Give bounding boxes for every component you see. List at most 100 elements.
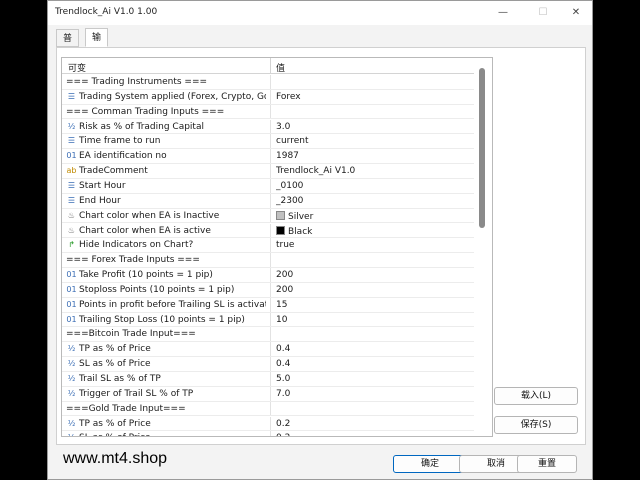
double-type-icon: ½ <box>67 121 76 131</box>
row-value-cell[interactable]: 1987 <box>276 151 466 161</box>
row-variable-label: Trail SL as % of TP <box>79 374 161 384</box>
row-value-cell[interactable]: 0.2 <box>276 433 466 436</box>
row-variable-cell: === Comman Trading Inputs === <box>66 107 266 117</box>
grid-row[interactable]: ☰ Time frame to run current <box>62 134 474 150</box>
row-value-cell[interactable]: 0.2 <box>276 419 466 429</box>
enum-type-icon: ☰ <box>67 91 76 101</box>
row-value-label: 0.4 <box>276 359 291 370</box>
grid-row[interactable]: 01 Points in profit before Trailing SL is… <box>62 297 474 313</box>
row-value-cell[interactable]: Black <box>276 225 466 237</box>
reset-button[interactable]: 重置 <box>517 455 577 473</box>
row-variable-label: Trailing Stop Loss (10 points = 1 pip) <box>79 314 245 325</box>
grid-header: 可变 值 <box>62 58 474 74</box>
grid-row[interactable]: 01 Stoploss Points (10 points = 1 pip) 200 <box>62 282 474 298</box>
row-variable-cell: ½ TP as % of Price <box>66 419 266 429</box>
double-type-icon: ½ <box>66 433 77 436</box>
tab-common[interactable]: 普通 <box>56 29 80 62</box>
grid-row[interactable]: ½ SL as % of Price 0.4 <box>62 357 474 372</box>
row-value-cell[interactable]: 0.4 <box>276 344 466 354</box>
grid-row[interactable]: ½SL as % of Price 0.2 <box>62 431 474 436</box>
close-button[interactable]: ✕ <box>562 4 590 22</box>
ok-button[interactable]: 确定 <box>393 455 467 473</box>
row-value-cell[interactable]: 0.4 <box>276 359 466 369</box>
tab-inputs[interactable]: 输入 <box>85 28 109 61</box>
grid-section-row[interactable]: === Forex Trade Inputs === <box>62 253 474 268</box>
row-variable-cell: ☰ Trading System applied (Forex, Crypto, … <box>66 92 266 102</box>
row-value-cell[interactable]: true <box>276 240 466 250</box>
double-type-icon: ½ <box>67 359 76 369</box>
grid-section-row[interactable]: === Comman Trading Inputs === <box>62 104 474 120</box>
double-type-icon: ½ <box>67 418 76 428</box>
row-value-label: 10 <box>276 314 288 325</box>
row-value-label: 200 <box>276 270 294 281</box>
grid-row[interactable]: ☰ Trading System applied (Forex, Crypto, … <box>62 89 474 105</box>
row-value-label: _2300 <box>276 195 304 206</box>
int-type-icon: 01 <box>66 270 77 280</box>
row-variable-cell: === Trading Instruments === <box>66 77 266 87</box>
row-value-cell[interactable]: 10 <box>276 315 466 325</box>
row-variable-cell: ☰ Time frame to run <box>66 136 266 146</box>
brand-watermark: www.mt4.shop <box>63 450 168 467</box>
column-header-variable[interactable]: 可变 <box>68 61 86 74</box>
row-value-cell[interactable]: Silver <box>276 210 466 222</box>
load-button[interactable]: 载入(L) <box>494 387 578 405</box>
row-variable-label: === Forex Trade Inputs === <box>66 255 200 266</box>
grid-row[interactable]: ½ Risk as % of Trading Capital 3.0 <box>62 119 474 135</box>
minimize-button[interactable]: — <box>489 4 517 22</box>
row-value-cell[interactable]: 3.0 <box>276 122 466 132</box>
color-type-icon: ♨ <box>67 225 76 235</box>
grid-row[interactable]: ♨ Chart color when EA is active Black <box>62 223 474 239</box>
row-variable-cell: 01 Take Profit (10 points = 1 pip) <box>66 270 266 280</box>
grid-row[interactable]: ☰ End Hour _2300 <box>62 193 474 209</box>
row-value-label: 200 <box>276 284 294 295</box>
maximize-button[interactable]: ☐ <box>529 4 557 22</box>
row-value-label: Black <box>288 226 313 237</box>
row-variable-label: Time frame to run <box>79 136 161 147</box>
bool-type-icon: ↱ <box>68 240 75 250</box>
row-variable-cell: ½SL as % of Price <box>66 359 266 369</box>
row-value-label: 0.2 <box>276 418 291 429</box>
grid-row[interactable]: ½ Trail SL as % of TP 5.0 <box>62 372 474 387</box>
row-value-label: 5.0 <box>276 374 291 384</box>
grid-row[interactable]: ½ TP as % of Price 0.2 <box>62 416 474 432</box>
grid-row[interactable]: 01 EA identification no 1987 <box>62 149 474 165</box>
row-value-label: Silver <box>288 211 314 222</box>
row-value-cell[interactable]: Forex <box>276 92 466 102</box>
int-type-icon: 01 <box>66 299 77 309</box>
grid-row[interactable]: ♨ Chart color when EA is Inactive Silver <box>62 208 474 224</box>
title-bar[interactable]: Trendlock_Ai V1.0 1.00 — ☐ ✕ <box>48 1 592 25</box>
row-value-cell[interactable]: _2300 <box>276 196 466 206</box>
row-variable-label: === Trading Instruments === <box>66 77 208 87</box>
row-value-cell[interactable]: 200 <box>276 285 466 295</box>
grid-row[interactable]: ☰ Start Hour _0100 <box>62 178 474 194</box>
row-variable-cell: ½ Risk as % of Trading Capital <box>66 122 266 132</box>
row-variable-cell: 01 Trailing Stop Loss (10 points = 1 pip) <box>66 315 266 325</box>
row-value-cell[interactable]: 7.0 <box>276 389 466 399</box>
save-button[interactable]: 保存(S) <box>494 416 578 434</box>
string-type-icon: ab <box>66 166 77 176</box>
grid-row[interactable]: ↱ Hide Indicators on Chart? true <box>62 238 474 254</box>
row-variable-label: Stoploss Points (10 points = 1 pip) <box>79 284 235 295</box>
grid-section-row[interactable]: ===Bitcoin Trade Input=== <box>62 327 474 343</box>
row-variable-cell: ½ TP as % of Price <box>66 344 266 354</box>
row-variable-label: Take Profit (10 points = 1 pip) <box>79 270 213 281</box>
grid-row[interactable]: ab TradeComment Trendlock_Ai V1.0 <box>62 164 474 179</box>
row-value-cell[interactable]: _0100 <box>276 181 466 191</box>
grid-row[interactable]: 01 Trailing Stop Loss (10 points = 1 pip)… <box>62 312 474 328</box>
row-value-cell[interactable]: current <box>276 136 466 146</box>
row-variable-cell: ☰ End Hour <box>66 196 266 206</box>
grid-row[interactable]: 01 Take Profit (10 points = 1 pip) 200 <box>62 268 474 283</box>
grid-section-row[interactable]: ===Gold Trade Input=== <box>62 401 474 417</box>
row-value-cell[interactable]: 15 <box>276 300 466 310</box>
row-value-cell[interactable]: 5.0 <box>276 374 466 384</box>
row-value-label: Forex <box>276 91 301 102</box>
grid-section-row[interactable]: === Trading Instruments === <box>62 75 474 90</box>
row-value-cell[interactable]: Trendlock_Ai V1.0 <box>276 166 466 176</box>
row-value-cell[interactable]: 200 <box>276 270 466 280</box>
grid-row[interactable]: ½ TP as % of Price 0.4 <box>62 342 474 358</box>
grid-row[interactable]: ½ Trigger of Trail SL % of TP 7.0 <box>62 386 474 402</box>
double-type-icon: ½ <box>67 344 76 354</box>
column-header-value[interactable]: 值 <box>276 61 285 74</box>
row-variable-cell: ab TradeComment <box>66 166 266 176</box>
vertical-scrollbar[interactable] <box>479 68 485 228</box>
